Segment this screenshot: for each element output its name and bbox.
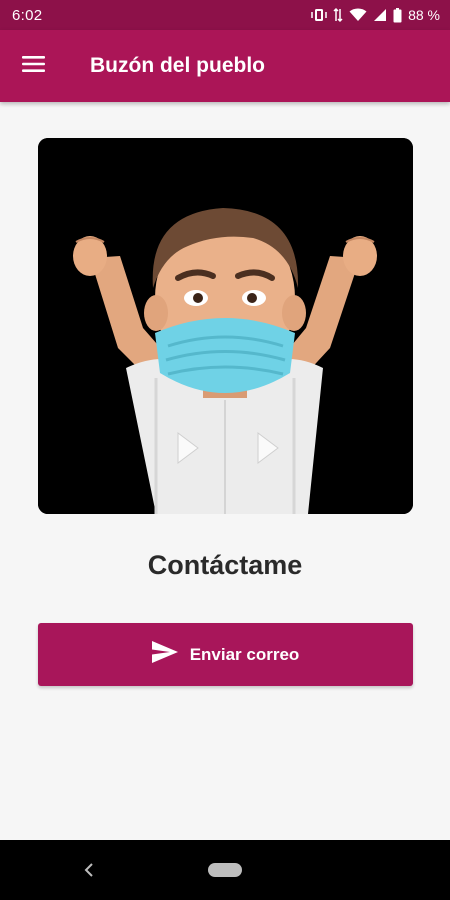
avatar-figure <box>38 138 413 514</box>
send-email-button[interactable]: Enviar correo <box>38 623 413 686</box>
status-time: 6:02 <box>12 6 43 24</box>
battery-percent: 88 % <box>408 7 440 23</box>
status-bar: 6:02 88 % <box>0 0 450 30</box>
back-icon[interactable] <box>80 860 100 880</box>
signal-icon <box>373 8 387 22</box>
hamburger-menu-icon <box>22 55 46 78</box>
avatar-illustration <box>38 138 413 514</box>
send-icon <box>151 641 178 668</box>
send-email-label: Enviar correo <box>189 644 300 664</box>
home-pill-icon[interactable] <box>208 863 242 877</box>
vibrate-icon <box>311 8 327 22</box>
menu-button[interactable] <box>0 30 68 102</box>
battery-icon <box>393 7 402 23</box>
app-bar: Buzón del pueblo <box>0 30 450 102</box>
system-navigation-bar <box>0 840 450 900</box>
status-icons: 88 % <box>311 7 440 23</box>
wifi-icon <box>349 8 367 22</box>
main-content: Contáctame Enviar correo <box>0 102 450 840</box>
data-icon <box>333 7 343 23</box>
contact-heading: Contáctame <box>147 550 303 580</box>
page-title: Buzón del pueblo <box>90 54 265 77</box>
